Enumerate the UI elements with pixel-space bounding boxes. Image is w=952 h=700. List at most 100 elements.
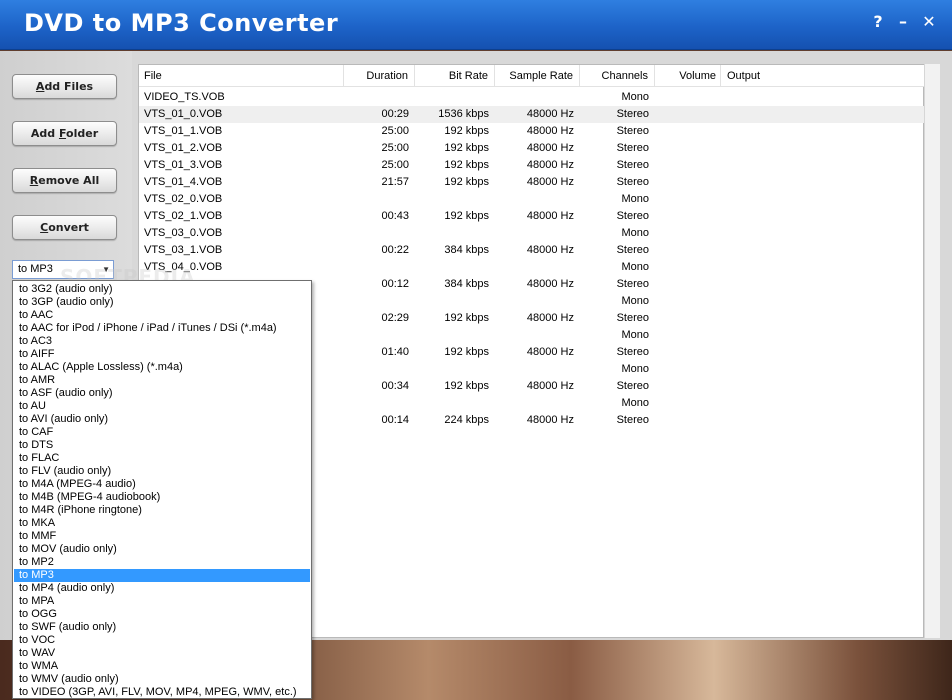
bit-rate-cell: 192 kbps [444, 142, 489, 154]
format-option[interactable]: to FLV (audio only) [14, 465, 310, 478]
format-option[interactable]: to MOV (audio only) [14, 543, 310, 556]
format-option[interactable]: to CAF [14, 426, 310, 439]
format-option[interactable]: to FLAC [14, 452, 310, 465]
help-icon[interactable]: ? [868, 12, 888, 34]
duration-cell: 00:43 [381, 210, 409, 222]
duration-cell [345, 191, 409, 208]
channels-cell: Stereo [616, 125, 649, 137]
channels-cell: Stereo [616, 108, 649, 120]
format-option[interactable]: to WMV (audio only) [14, 673, 310, 686]
format-option[interactable]: to DTS [14, 439, 310, 452]
file-cell: VTS_01_2.VOB [144, 142, 223, 154]
bit-rate-cell: 192 kbps [444, 312, 489, 324]
sample-rate-cell [495, 191, 574, 208]
format-option[interactable]: to MP3 [14, 569, 310, 582]
channels-cell: Stereo [616, 346, 649, 358]
format-option[interactable]: to AC3 [14, 335, 310, 348]
convert-button[interactable]: Convert [12, 215, 117, 240]
table-row[interactable]: VTS_01_2.VOB 25:00 192 kbps 48000 Hz Stereo [139, 140, 925, 157]
format-option[interactable]: to SWF (audio only) [14, 621, 310, 634]
close-icon[interactable]: ✕ [919, 12, 939, 34]
sample-rate-cell: 48000 Hz [526, 244, 574, 256]
channels-cell: Mono [621, 91, 649, 103]
sample-rate-cell: 48000 Hz [526, 312, 574, 324]
duration-cell: 25:00 [381, 159, 409, 171]
file-cell: VTS_01_4.VOB [144, 176, 223, 188]
format-option[interactable]: to M4R (iPhone ringtone) [14, 504, 310, 517]
add-folder-button[interactable]: Add Folder [12, 121, 117, 146]
column-header-volume[interactable]: Volume [655, 65, 721, 87]
file-cell: VTS_02_0.VOB [144, 193, 223, 205]
bit-rate-cell: 192 kbps [444, 346, 489, 358]
format-option[interactable]: to M4B (MPEG-4 audiobook) [14, 491, 310, 504]
format-option[interactable]: to VIDEO (3GP, AVI, FLV, MOV, MP4, MPEG,… [14, 686, 310, 699]
format-option[interactable]: to 3GP (audio only) [14, 296, 310, 309]
format-option[interactable]: to M4A (MPEG-4 audio) [14, 478, 310, 491]
format-option[interactable]: to VOC [14, 634, 310, 647]
format-option[interactable]: to MKA [14, 517, 310, 530]
channels-cell: Mono [621, 261, 649, 273]
sample-rate-cell: 48000 Hz [526, 414, 574, 426]
format-option[interactable]: to 3G2 (audio only) [14, 283, 310, 296]
format-option[interactable]: to MMF [14, 530, 310, 543]
minimize-icon[interactable]: – [893, 12, 913, 34]
column-header-duration[interactable]: Duration [345, 65, 415, 87]
format-option[interactable]: to MPA [14, 595, 310, 608]
add-files-button[interactable]: Add Files [12, 74, 117, 99]
remove-all-button[interactable]: Remove All [12, 168, 117, 193]
channels-cell: Mono [621, 295, 649, 307]
table-row[interactable]: VTS_02_0.VOB Mono [139, 191, 925, 208]
app-title: DVD to MP3 Converter [24, 9, 339, 37]
file-cell: VTS_01_3.VOB [144, 159, 223, 171]
channels-cell: Stereo [616, 312, 649, 324]
column-header-file[interactable]: File [144, 65, 344, 87]
channels-cell: Mono [621, 227, 649, 239]
bit-rate-cell: 192 kbps [444, 380, 489, 392]
table-row[interactable]: VTS_01_0.VOB 00:29 1536 kbps 48000 Hz Stereo [139, 106, 925, 123]
bit-rate-cell [415, 361, 489, 378]
table-row[interactable]: VTS_01_1.VOB 25:00 192 kbps 48000 Hz Stereo [139, 123, 925, 140]
format-option[interactable]: to AAC [14, 309, 310, 322]
duration-cell: 00:14 [381, 414, 409, 426]
column-header-sample-rate[interactable]: Sample Rate [495, 65, 580, 87]
sample-rate-cell: 48000 Hz [526, 346, 574, 358]
file-cell: VTS_01_1.VOB [144, 125, 223, 137]
format-select-value: to MP3 [18, 263, 53, 275]
bit-rate-cell: 384 kbps [444, 244, 489, 256]
format-option[interactable]: to AU [14, 400, 310, 413]
column-header-bit-rate[interactable]: Bit Rate [415, 65, 495, 87]
table-row[interactable]: VTS_02_1.VOB 00:43 192 kbps 48000 Hz Stereo [139, 208, 925, 225]
table-row[interactable]: VTS_03_1.VOB 00:22 384 kbps 48000 Hz Stereo [139, 242, 925, 259]
duration-cell [345, 259, 409, 276]
table-row[interactable]: VTS_04_0.VOB Mono [139, 259, 925, 276]
vertical-scrollbar[interactable] [924, 64, 940, 638]
format-option[interactable]: to AMR [14, 374, 310, 387]
format-option[interactable]: to WAV [14, 647, 310, 660]
title-bar: DVD to MP3 Converter ? – ✕ [0, 0, 952, 50]
format-option[interactable]: to ASF (audio only) [14, 387, 310, 400]
bit-rate-cell: 192 kbps [444, 210, 489, 222]
format-option[interactable]: to AVI (audio only) [14, 413, 310, 426]
sample-rate-cell [495, 225, 574, 242]
column-header-output[interactable]: Output [727, 65, 917, 87]
format-option[interactable]: to AIFF [14, 348, 310, 361]
column-header-channels[interactable]: Channels [580, 65, 655, 87]
format-option[interactable]: to WMA [14, 660, 310, 673]
bit-rate-cell: 1536 kbps [438, 108, 489, 120]
table-row[interactable]: VTS_03_0.VOB Mono [139, 225, 925, 242]
table-row[interactable]: VTS_01_4.VOB 21:57 192 kbps 48000 Hz Stereo [139, 174, 925, 191]
duration-cell: 25:00 [381, 142, 409, 154]
file-cell: VTS_03_0.VOB [144, 227, 223, 239]
file-cell: VTS_03_1.VOB [144, 244, 223, 256]
format-option[interactable]: to OGG [14, 608, 310, 621]
format-option[interactable]: to AAC for iPod / iPhone / iPad / iTunes… [14, 322, 310, 335]
format-option[interactable]: to MP4 (audio only) [14, 582, 310, 595]
format-option[interactable]: to ALAC (Apple Lossless) (*.m4a) [14, 361, 310, 374]
bit-rate-cell: 192 kbps [444, 176, 489, 188]
format-option[interactable]: to MP2 [14, 556, 310, 569]
table-row[interactable]: VTS_01_3.VOB 25:00 192 kbps 48000 Hz Stereo [139, 157, 925, 174]
sample-rate-cell [495, 89, 574, 106]
channels-cell: Stereo [616, 244, 649, 256]
table-row[interactable]: VIDEO_TS.VOB Mono [139, 89, 925, 106]
format-dropdown-list[interactable]: to 3G2 (audio only) to 3GP (audio only) to… [12, 280, 312, 699]
